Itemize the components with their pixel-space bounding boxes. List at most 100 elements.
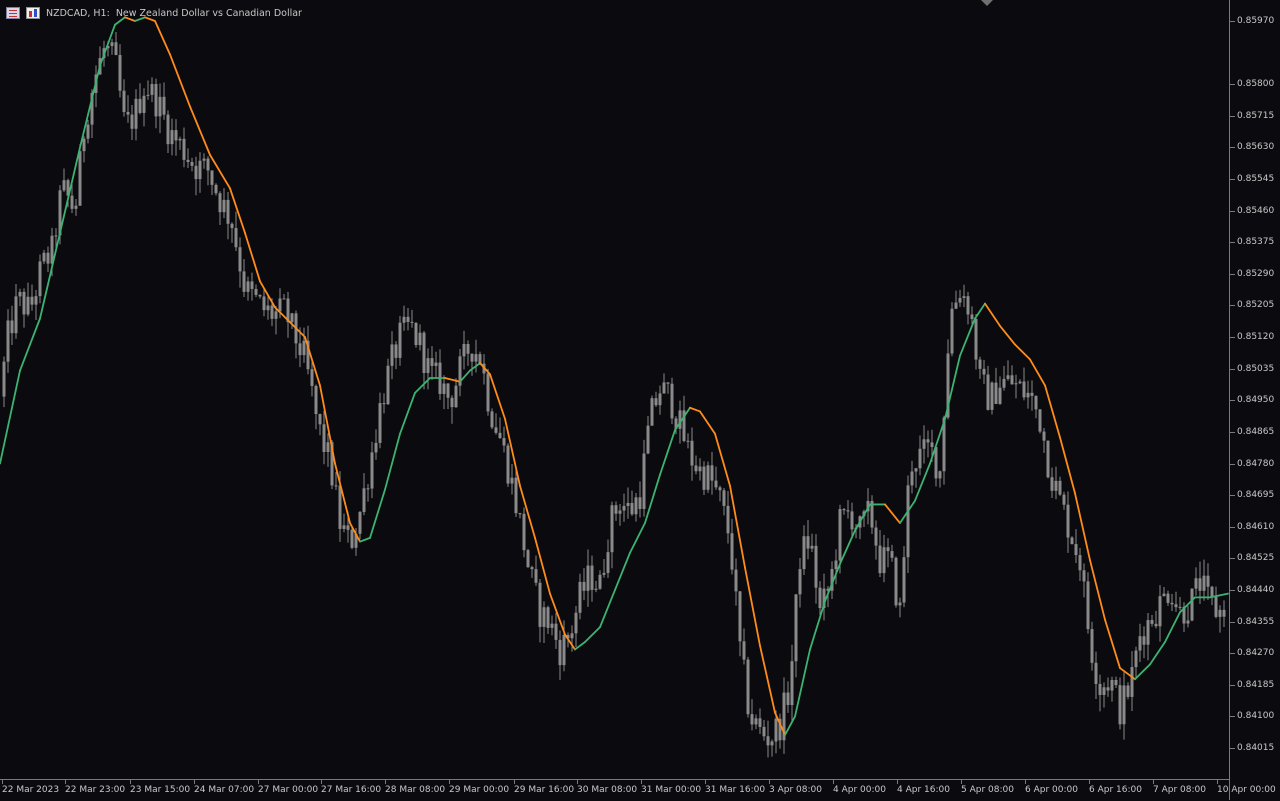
candle-body	[814, 545, 818, 588]
time-tick-label: 29 Mar 00:00	[449, 785, 510, 795]
candle-body	[174, 130, 178, 141]
candle-body	[554, 623, 558, 640]
price-tick-label: 0.85035	[1237, 363, 1275, 374]
candle-body	[394, 344, 398, 358]
candle-body	[954, 302, 958, 309]
moving-average-segment	[839, 529, 856, 565]
candle-body	[686, 440, 690, 442]
candle-body	[30, 296, 34, 305]
candle-body	[630, 502, 634, 515]
candle-body	[486, 373, 490, 412]
candle-body	[906, 485, 910, 558]
symbol-timeframe: NZDCAD, H1:	[46, 7, 110, 19]
candle-body	[938, 471, 942, 479]
candle-body	[634, 497, 638, 515]
price-tick-label: 0.84270	[1237, 648, 1275, 659]
time-tick-label: 6 Apr 00:00	[1025, 785, 1078, 795]
candle-body	[118, 55, 122, 91]
candle-body	[194, 165, 198, 180]
candle-body	[698, 466, 702, 472]
candle-body	[398, 322, 402, 358]
chart-header: NZDCAD, H1: New Zealand Dollar vs Canadi…	[6, 5, 302, 21]
time-tick	[2, 780, 3, 784]
candle-body	[666, 382, 670, 384]
candle-body	[346, 525, 350, 530]
moving-average-segment	[154, 20, 171, 56]
candle-body	[582, 581, 586, 591]
candle-body	[1098, 683, 1102, 695]
candle-body	[730, 533, 734, 570]
price-tick-label: 0.85715	[1237, 110, 1275, 121]
candle-body	[706, 465, 710, 490]
candle-body	[226, 199, 230, 224]
candle-body	[142, 95, 146, 113]
price-tick	[1230, 684, 1235, 686]
candlesticks	[2, 32, 1226, 758]
price-tick	[1230, 115, 1235, 117]
candle-body	[234, 228, 238, 248]
price-chart[interactable]	[0, 0, 1229, 779]
price-tick	[1230, 273, 1235, 275]
candle-body	[1014, 383, 1018, 385]
candle-body	[538, 582, 542, 627]
candle-body	[986, 374, 990, 410]
candle-body	[922, 439, 926, 449]
candle-body	[794, 594, 798, 662]
list-icon[interactable]	[6, 7, 20, 19]
candle-body	[1026, 392, 1030, 398]
price-tick-label: 0.84950	[1237, 395, 1275, 406]
price-axis[interactable]: 0.85970 0.85800 0.85715 0.85630 0.85545 0.854…	[1229, 0, 1280, 800]
price-tick	[1230, 589, 1235, 591]
candle-body	[518, 513, 522, 515]
candle-body	[166, 114, 170, 145]
candle-body	[1106, 687, 1110, 691]
symbol-description: New Zealand Dollar vs Canadian Dollar	[115, 7, 302, 19]
moving-average-segment	[1089, 559, 1106, 621]
candle-body	[930, 442, 934, 447]
time-tick	[577, 780, 578, 784]
candle-body	[598, 574, 602, 589]
price-tick-label: 0.85460	[1237, 205, 1275, 216]
price-tick	[1230, 716, 1235, 718]
price-tick	[1230, 179, 1235, 181]
candle-body	[838, 509, 842, 561]
moving-average-segment	[974, 302, 986, 320]
candle-body	[750, 714, 754, 725]
candle-body	[694, 465, 698, 472]
candle-body	[834, 560, 838, 570]
candle-body	[734, 569, 738, 592]
price-tick-label: 0.85205	[1237, 300, 1275, 311]
candle-body	[1170, 602, 1174, 605]
time-tick-label: 28 Mar 08:00	[385, 785, 446, 795]
moving-average-segment	[999, 325, 1016, 346]
candle-body	[498, 432, 502, 439]
candle-body	[998, 387, 1002, 404]
candle-body	[606, 552, 610, 573]
candle-body	[490, 411, 494, 428]
candle-body	[318, 414, 322, 425]
candle-body	[86, 124, 90, 139]
time-tick-label: 4 Apr 00:00	[833, 785, 886, 795]
candle-body	[1206, 575, 1210, 587]
chart-area[interactable]	[0, 0, 1229, 779]
candle-body	[242, 271, 246, 292]
candle-body	[450, 397, 454, 408]
candle-body	[18, 291, 22, 297]
candle-body	[994, 382, 998, 404]
bar-chart-icon[interactable]	[26, 7, 40, 19]
time-tick-label: 31 Mar 00:00	[641, 785, 702, 795]
candle-body	[802, 536, 806, 570]
shift-marker-icon[interactable]	[981, 0, 993, 6]
time-axis[interactable]: 22 Mar 2023 22 Mar 23:00 23 Mar 15:00 24 Ma…	[0, 779, 1276, 801]
candle-body	[726, 505, 730, 534]
candle-body	[558, 639, 562, 666]
price-tick-label: 0.85970	[1237, 16, 1275, 26]
price-tick-label: 0.84440	[1237, 584, 1275, 595]
candle-body	[342, 525, 346, 529]
time-tick	[705, 780, 706, 784]
candle-body	[1038, 409, 1042, 432]
candle-body	[258, 294, 262, 297]
time-tick	[258, 780, 259, 784]
candle-body	[310, 369, 314, 386]
candle-body	[662, 382, 666, 394]
